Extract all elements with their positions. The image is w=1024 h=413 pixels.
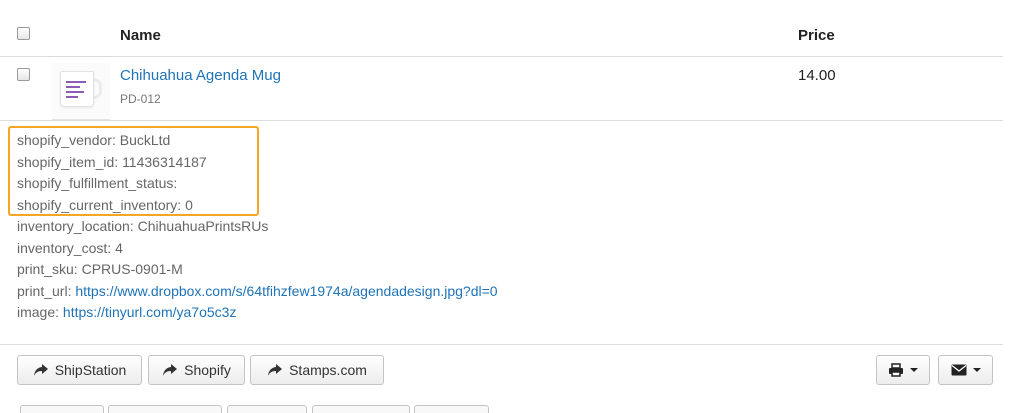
stamps-button[interactable]: Stamps.com [250, 355, 384, 385]
partial-button[interactable] [414, 405, 489, 413]
envelope-icon [951, 364, 966, 376]
name-column-header: Name [120, 27, 161, 44]
mug-print-line [66, 96, 78, 98]
item-checkbox[interactable] [17, 68, 30, 81]
partial-button[interactable] [312, 405, 410, 413]
property-key: image: [17, 304, 60, 320]
property-key: shopify_current_inventory: [17, 196, 182, 213]
property-image: image: https://tinyurl.com/ya7o5c3z [17, 302, 498, 324]
property-value: 4 [115, 239, 123, 256]
table-row: Chihuahua Agenda Mug PD-012 14.00 [0, 57, 1003, 121]
select-all-checkbox[interactable] [17, 27, 30, 40]
printer-icon [889, 363, 903, 377]
property-shopify-item-id: shopify_item_id: 11436314187 [17, 152, 498, 174]
property-inventory-location: inventory_location: ChihuahuaPrintsRUs [17, 216, 498, 238]
property-print-url: print_url: https://www.dropbox.com/s/64t… [17, 281, 498, 303]
partial-button[interactable] [108, 405, 222, 413]
property-value: 11436314187 [122, 153, 207, 170]
property-inventory-cost: inventory_cost: 4 [17, 238, 498, 260]
mug-print-line [66, 86, 80, 88]
property-key: shopify_fulfillment_status: [17, 175, 178, 191]
order-items-panel: Name Price Chihuahua Agenda Mug PD-012 1… [0, 0, 1024, 413]
share-arrow-icon [163, 364, 178, 376]
property-shopify-fulfillment-status: shopify_fulfillment_status: [17, 173, 498, 195]
image-url-link[interactable]: https://tinyurl.com/ya7o5c3z [63, 304, 237, 320]
property-shopify-current-inventory: shopify_current_inventory: 0 [17, 195, 498, 217]
partial-button[interactable] [227, 405, 307, 413]
shipstation-button-label: ShipStation [54, 362, 127, 378]
property-print-sku: print_sku: CPRUS-0901-M [17, 259, 498, 281]
partial-button[interactable] [20, 405, 104, 413]
item-properties: shopify_vendor: BuckLtd shopify_item_id:… [17, 130, 498, 324]
divider [0, 344, 1003, 345]
shipstation-button[interactable]: ShipStation [17, 355, 142, 385]
property-key: shopify_item_id: [17, 153, 119, 170]
property-key: inventory_cost: [17, 239, 112, 256]
item-price: 14.00 [798, 67, 836, 84]
share-arrow-icon [268, 364, 283, 376]
price-column-header: Price [798, 27, 835, 44]
property-shopify-vendor: shopify_vendor: BuckLtd [17, 130, 498, 152]
shopify-button[interactable]: Shopify [148, 355, 245, 385]
print-url-link[interactable]: https://www.dropbox.com/s/64tfihzfew1974… [75, 283, 497, 299]
property-value: BuckLtd [119, 132, 171, 148]
property-key: inventory_location: [17, 218, 134, 234]
print-dropdown-button[interactable] [876, 355, 930, 385]
property-key: print_sku: [17, 261, 78, 277]
mug-body [60, 71, 94, 107]
email-dropdown-button[interactable] [938, 355, 993, 385]
property-value: CPRUS-0901-M [81, 261, 183, 277]
item-sku: PD-012 [120, 92, 161, 106]
property-key: shopify_vendor: [17, 132, 116, 148]
item-name-link[interactable]: Chihuahua Agenda Mug [120, 67, 281, 84]
share-arrow-icon [33, 364, 48, 376]
shopify-button-label: Shopify [184, 362, 231, 378]
items-table-header: Name Price [0, 0, 1003, 57]
property-key: print_url: [17, 282, 72, 299]
mug-print-line [66, 81, 86, 83]
chevron-down-icon [972, 368, 981, 372]
chevron-down-icon [910, 368, 918, 372]
property-value: 0 [185, 196, 193, 213]
stamps-button-label: Stamps.com [289, 362, 367, 378]
product-thumbnail[interactable] [52, 63, 110, 120]
property-value: ChihuahuaPrintsRUs [137, 218, 269, 234]
mug-print-line [66, 91, 84, 93]
